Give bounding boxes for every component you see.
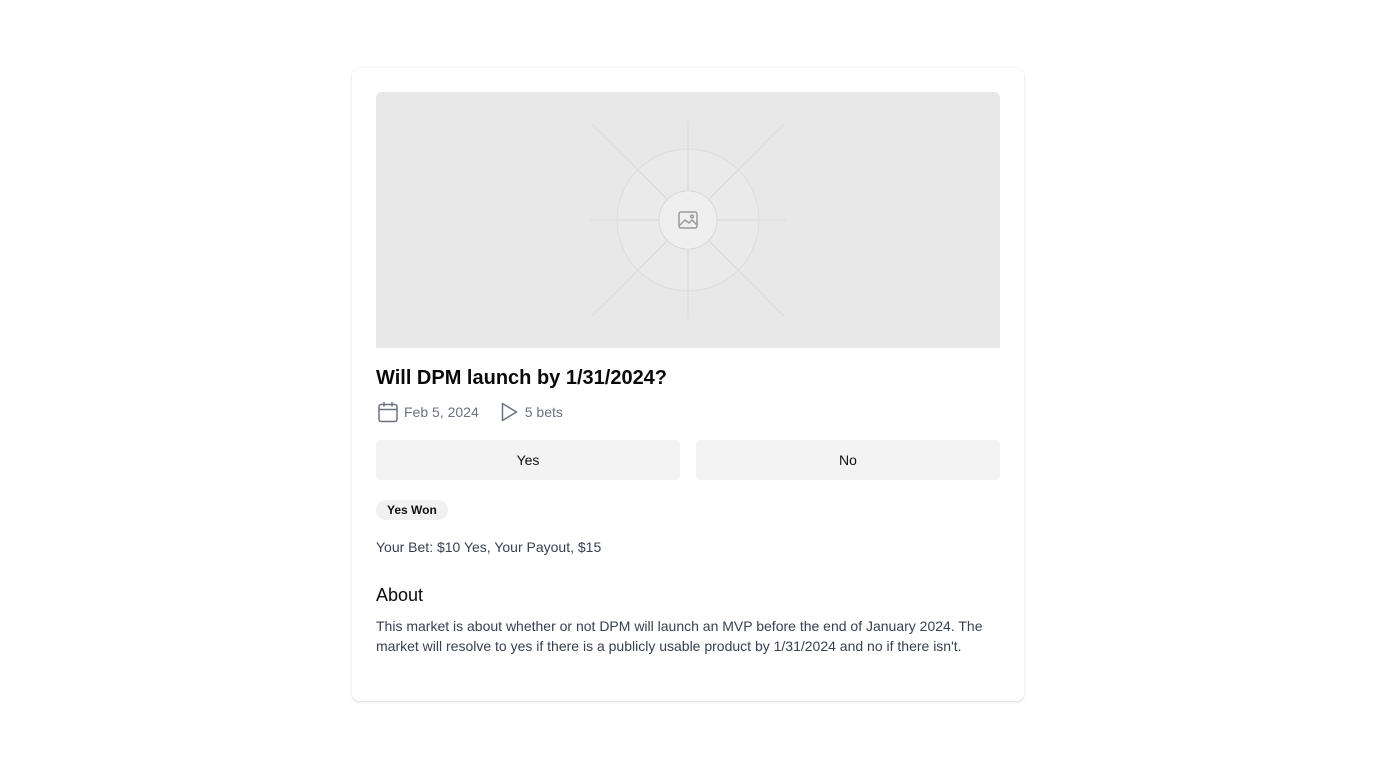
market-title: Will DPM launch by 1/31/2024? xyxy=(376,367,668,389)
yes-button[interactable]: Yes xyxy=(376,440,680,480)
market-image-placeholder xyxy=(376,92,1000,348)
market-bets: 5 bets xyxy=(497,400,563,424)
about-heading: About xyxy=(376,585,424,605)
market-date-label: Feb 5, 2024 xyxy=(404,404,479,420)
market-bets-label: 5 bets xyxy=(524,404,563,420)
play-icon xyxy=(497,400,521,424)
market-card: Will DPM launch by 1/31/2024? Feb 5, 202… xyxy=(352,68,1024,701)
calendar-icon xyxy=(376,400,400,424)
no-button[interactable]: No xyxy=(696,440,1000,480)
status-badge: Yes Won xyxy=(376,500,448,520)
bet-summary: Your Bet: $10 Yes, Your Payout, $15 xyxy=(376,539,602,555)
placeholder-graphic xyxy=(590,122,786,318)
market-date: Feb 5, 2024 xyxy=(376,400,479,424)
market-meta: Feb 5, 2024 5 bets xyxy=(376,400,563,424)
about-description: This market is about whether or not DPM … xyxy=(376,618,983,654)
